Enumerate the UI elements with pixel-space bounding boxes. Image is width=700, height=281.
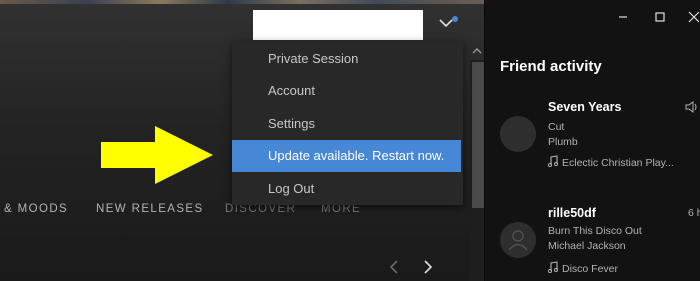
friend-timestamp: 6 h <box>688 207 700 219</box>
friend-context-label: Eclectic Christian Play... <box>562 157 674 169</box>
menu-item-settings[interactable]: Settings <box>232 108 463 140</box>
arrow-right-icon <box>101 126 213 184</box>
user-dropdown-menu: Private Session Account Settings Update … <box>232 42 463 205</box>
friend-artist[interactable]: Michael Jackson <box>548 240 626 252</box>
friend-context-label: Disco Fever <box>562 263 619 275</box>
friend-context[interactable]: Disco Fever <box>548 261 618 275</box>
friend-track[interactable]: Cut <box>548 121 564 133</box>
tab-genres-moods[interactable]: & MOODS <box>4 203 68 215</box>
scrollbar-thumb[interactable] <box>472 62 484 208</box>
scroll-up-arrow-icon[interactable] <box>472 46 482 56</box>
chevron-left-icon[interactable] <box>388 259 400 275</box>
user-placeholder-icon <box>508 230 528 251</box>
close-icon[interactable] <box>687 10 700 24</box>
chevron-right-icon[interactable] <box>422 259 434 275</box>
speaker-icon <box>685 101 697 113</box>
menu-item-log-out[interactable]: Log Out <box>232 173 463 205</box>
minimize-icon[interactable] <box>616 10 630 24</box>
avatar <box>500 116 536 152</box>
friend-track[interactable]: Burn This Disco Out <box>548 225 642 237</box>
menu-item-update-restart[interactable]: Update available. Restart now. <box>232 140 461 172</box>
menu-item-private-session[interactable]: Private Session <box>232 43 463 75</box>
friend-artist[interactable]: Plumb <box>548 136 578 148</box>
user-menu-toggle[interactable] <box>436 14 462 36</box>
chevron-down-icon <box>439 19 453 28</box>
maximize-icon[interactable] <box>653 10 667 24</box>
search-input[interactable] <box>253 10 423 40</box>
friend-activity-title: Friend activity <box>500 58 602 75</box>
avatar <box>500 222 536 258</box>
music-note-icon <box>548 155 559 167</box>
tab-new-releases[interactable]: NEW RELEASES <box>96 203 204 215</box>
friend-name[interactable]: Seven Years <box>548 100 621 114</box>
friend-context[interactable]: Eclectic Christian Play... <box>548 155 674 169</box>
friend-activity-sidebar: Friend activity Seven Years Cut Plumb Ec… <box>484 0 700 281</box>
friend-name[interactable]: rille50df <box>548 206 596 220</box>
music-note-icon <box>548 261 559 273</box>
menu-item-account[interactable]: Account <box>232 75 463 107</box>
